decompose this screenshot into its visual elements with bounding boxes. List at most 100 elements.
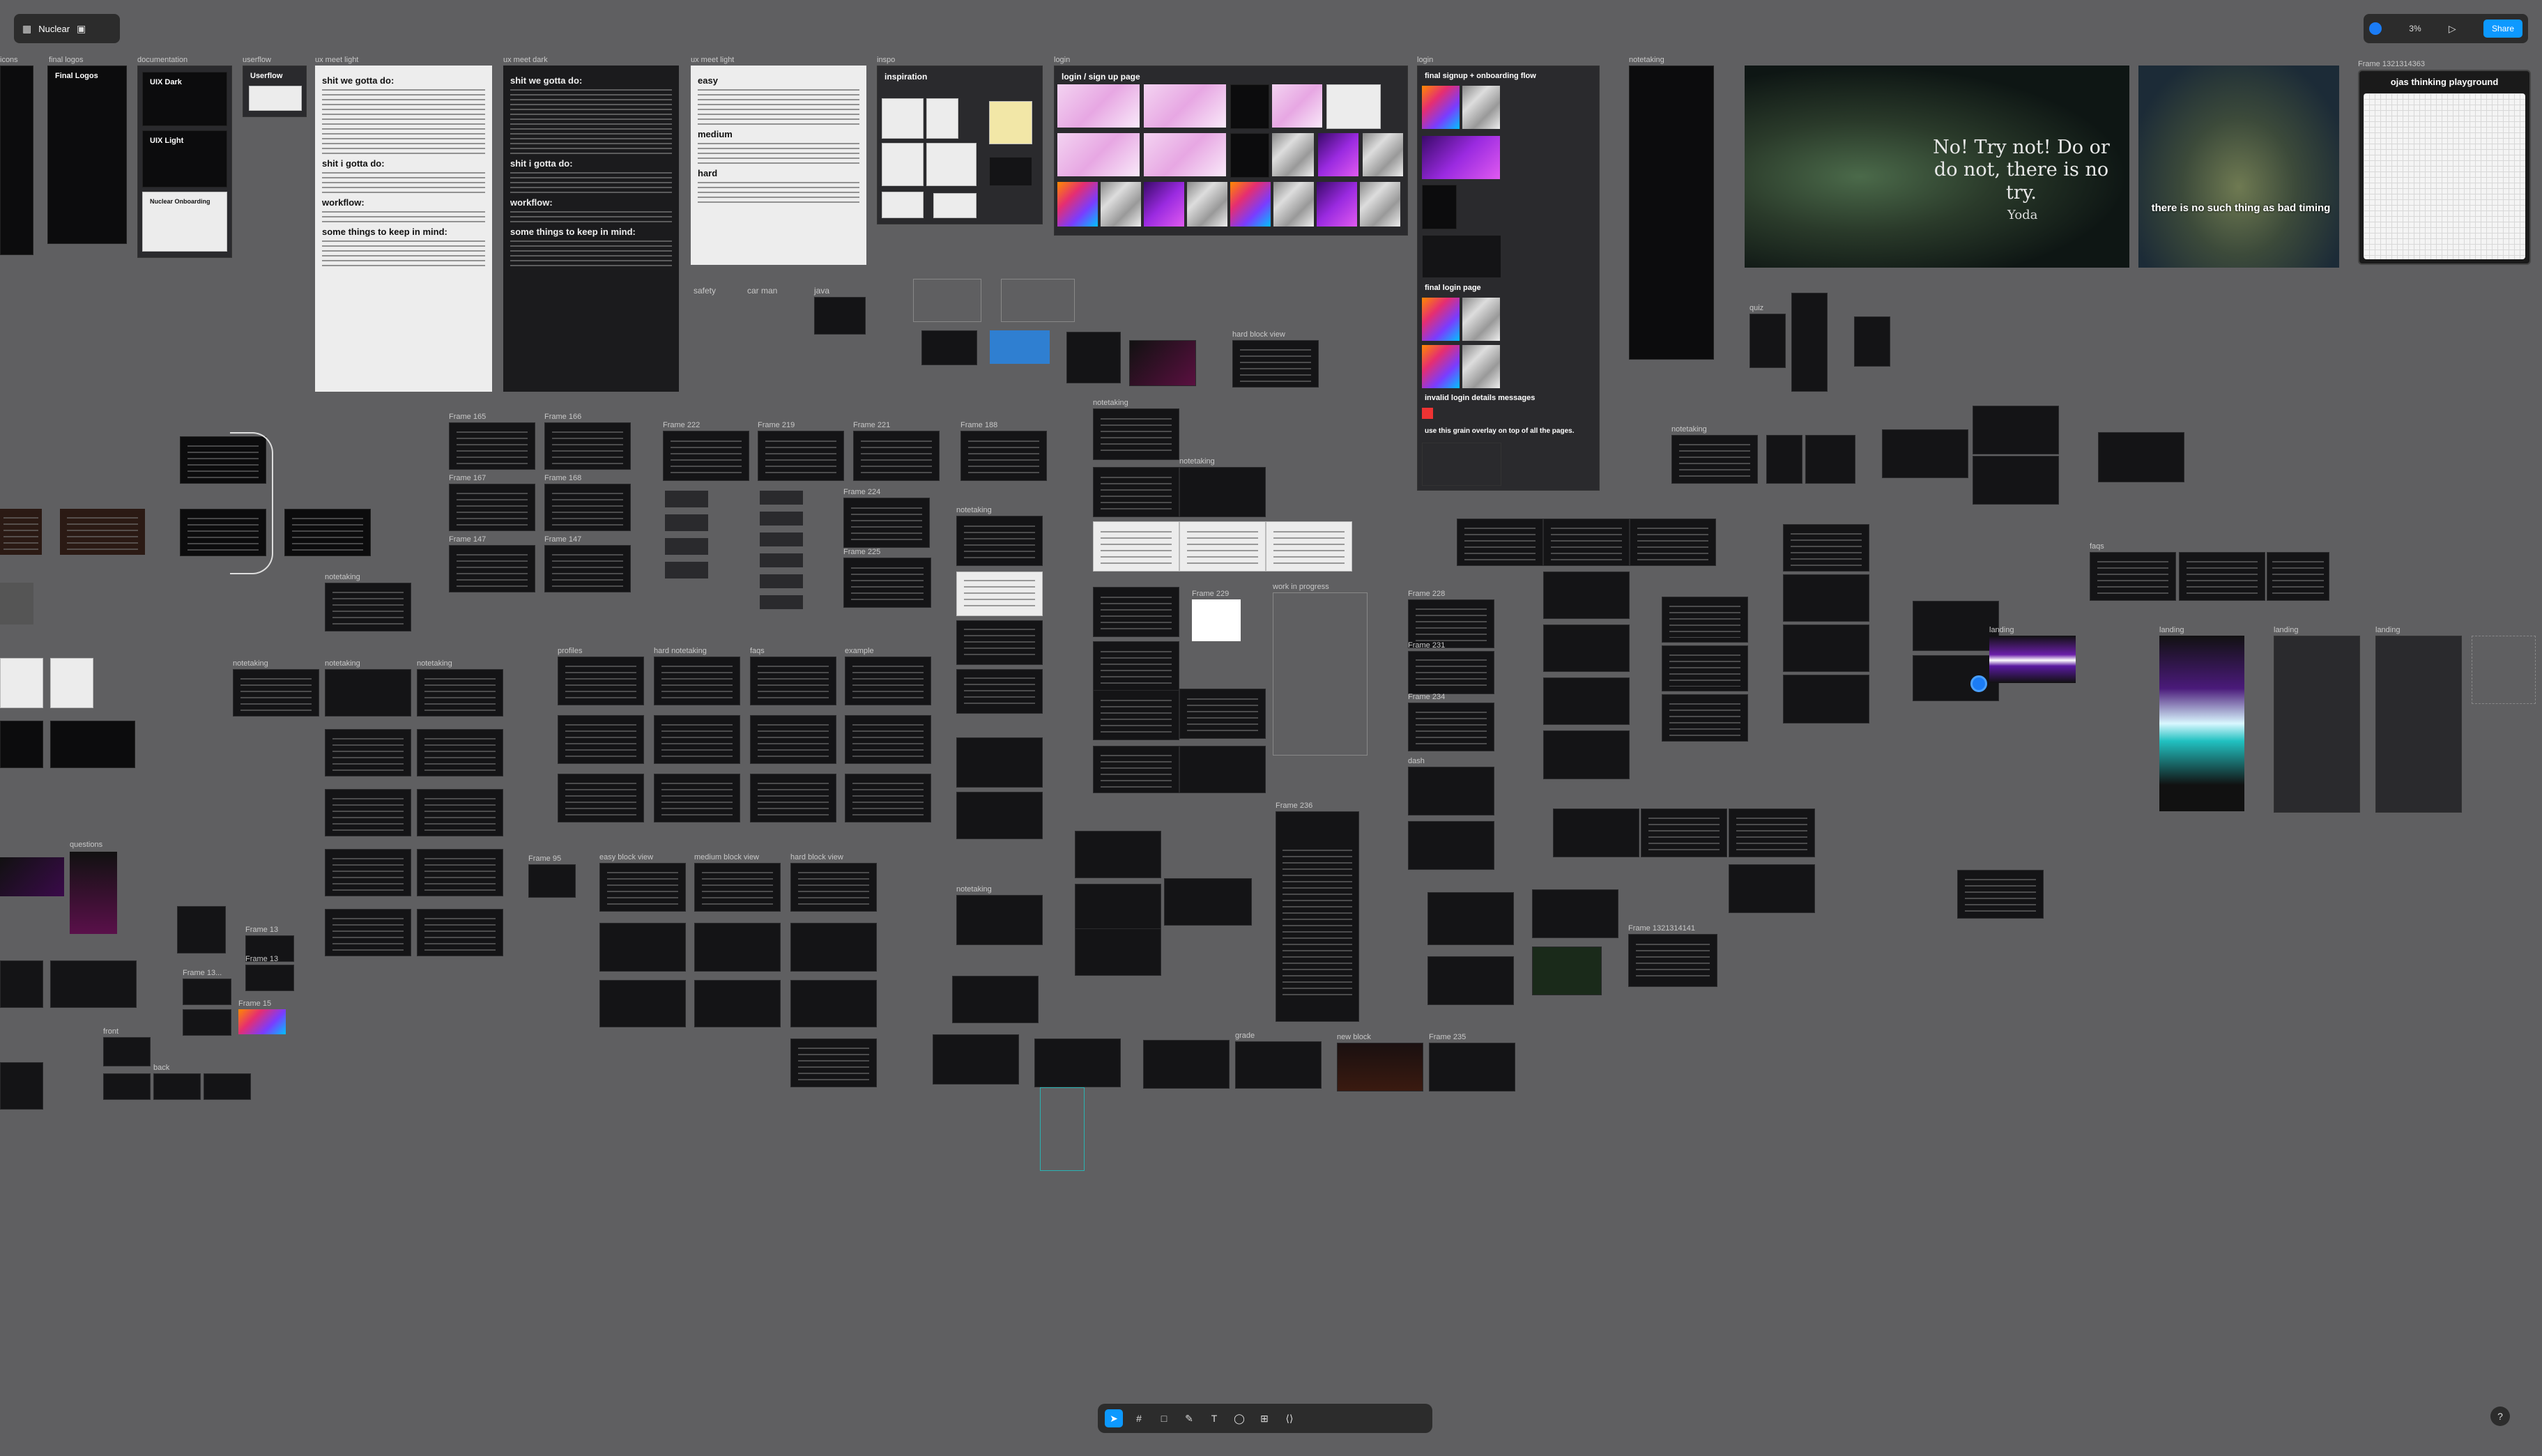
mini-frame-f[interactable] — [0, 960, 43, 1008]
quiz-g[interactable] — [1973, 456, 2059, 505]
frame-221[interactable] — [853, 431, 940, 481]
dash-7[interactable] — [1075, 928, 1161, 976]
notetaking-ae[interactable] — [1179, 689, 1266, 739]
hard-notetaking-1[interactable] — [654, 657, 740, 705]
landing-d[interactable] — [2375, 636, 2462, 813]
quiz-a[interactable] — [1749, 314, 1786, 368]
frame-13b[interactable] — [245, 965, 294, 991]
notetaking-al[interactable] — [1543, 677, 1630, 725]
medium-block-view-3[interactable] — [694, 980, 781, 1027]
grade-frame[interactable] — [1235, 1041, 1322, 1089]
easy-block-view-2[interactable] — [599, 923, 686, 972]
dev-mode-icon[interactable]: ⟨⟩ — [1280, 1409, 1299, 1427]
frame-236[interactable] — [1276, 811, 1359, 1022]
notetaking-ba[interactable] — [1957, 870, 2044, 919]
frame-13d[interactable] — [183, 1009, 231, 1036]
notetaking-p[interactable] — [956, 669, 1043, 714]
mini-frame-b[interactable] — [1066, 332, 1121, 383]
hard-notetaking-4[interactable] — [790, 1039, 877, 1087]
faqs-2[interactable] — [750, 715, 836, 764]
hard-notetaking-3[interactable] — [654, 774, 740, 822]
notetaking-z[interactable] — [1266, 521, 1352, 572]
invalid-login-stack-2[interactable] — [180, 509, 266, 556]
notetaking-e[interactable] — [325, 729, 411, 776]
uix-dark-card[interactable]: UIX Dark — [142, 72, 227, 126]
notetaking-ay[interactable] — [1729, 809, 1815, 857]
text-tool-icon[interactable]: T — [1205, 1409, 1223, 1427]
notetaking-u[interactable] — [1093, 408, 1179, 460]
quiz-b[interactable] — [1791, 293, 1828, 392]
dash-2[interactable] — [1408, 821, 1494, 870]
profiles-2[interactable] — [558, 715, 644, 764]
hard-block-view-3[interactable] — [790, 923, 877, 972]
faqs-right-3[interactable] — [2267, 552, 2329, 601]
notetaking-n[interactable] — [956, 572, 1043, 616]
notetaking-at[interactable] — [1783, 675, 1869, 723]
notetaking-ao[interactable] — [1662, 645, 1748, 691]
dash-4[interactable] — [1427, 956, 1514, 1005]
landing-a[interactable] — [1989, 636, 2076, 683]
easy-block-view-3[interactable] — [599, 980, 686, 1027]
hard-notetaking-2[interactable] — [654, 715, 740, 764]
sidebar-toggle-icon[interactable]: ▣ — [77, 23, 86, 35]
back-frame-1[interactable] — [103, 1073, 151, 1100]
notetaking-bb[interactable] — [1532, 889, 1618, 938]
thinking-playground-frame[interactable]: ojas thinking playground — [2358, 70, 2531, 265]
notetaking-aj[interactable] — [1543, 572, 1630, 619]
landing-c[interactable] — [2274, 636, 2360, 813]
frame-168[interactable] — [544, 484, 631, 531]
calendar-frame-1[interactable] — [0, 721, 43, 768]
uxmeet-dark-doc[interactable]: shit we gotta do: shit i gotta do: workf… — [503, 66, 679, 392]
questions-frame[interactable] — [70, 852, 117, 934]
notetaking-az[interactable] — [1729, 864, 1815, 913]
gradient-frame-a[interactable] — [0, 857, 64, 896]
dash-6[interactable] — [1075, 884, 1161, 931]
notetaking-left-2[interactable] — [284, 509, 371, 556]
top-right-toolbar[interactable]: 3% ▷ Share — [2364, 14, 2528, 43]
notetaking-ax[interactable] — [1641, 809, 1727, 857]
dash-3[interactable] — [1427, 892, 1514, 945]
mini-frame-g[interactable] — [0, 1062, 43, 1110]
quiz-e[interactable] — [1882, 429, 1968, 478]
notetaking-ai[interactable] — [1630, 519, 1716, 566]
final-logos-frame[interactable]: Final Logos — [47, 66, 127, 244]
dash-1[interactable] — [1408, 767, 1494, 815]
frame-222[interactable] — [663, 431, 749, 481]
final-signup-frame[interactable]: final signup + onboarding flow final log… — [1417, 66, 1600, 491]
notetaking-aq[interactable] — [1783, 524, 1869, 572]
faqs-1[interactable] — [750, 657, 836, 705]
login-signup-frame[interactable]: login / sign up page — [1054, 66, 1408, 236]
icons-frame[interactable] — [0, 66, 33, 255]
frame-1321314141[interactable] — [1628, 934, 1717, 987]
notetaking-ag[interactable] — [1457, 519, 1543, 566]
example-3[interactable] — [845, 774, 931, 822]
notetaking-j[interactable] — [417, 849, 503, 896]
faqs-right-1[interactable] — [2090, 552, 2176, 601]
notetaking-ar[interactable] — [1783, 574, 1869, 622]
notetaking-x[interactable] — [1093, 521, 1179, 572]
notetaking-ak[interactable] — [1543, 624, 1630, 672]
frame-224[interactable] — [843, 498, 930, 548]
quiz-h[interactable] — [2098, 432, 2184, 482]
mini-frame-a[interactable] — [921, 330, 977, 365]
notetaking-f[interactable] — [417, 729, 503, 776]
play-icon[interactable]: ▷ — [2449, 23, 2456, 35]
notetaking-m[interactable] — [956, 516, 1043, 566]
wireframe-2[interactable] — [1001, 279, 1075, 322]
notetaking-h[interactable] — [417, 789, 503, 836]
notetaking-sketch-frame[interactable] — [1629, 66, 1714, 360]
uxmeet-levels-doc[interactable]: easy medium hard — [691, 66, 866, 265]
easy-block-view-1[interactable] — [599, 863, 686, 912]
mini-frame-c[interactable] — [1129, 340, 1196, 386]
frame-225[interactable] — [843, 558, 931, 608]
quiz-f[interactable] — [1973, 406, 2059, 454]
dash-5[interactable] — [1075, 831, 1161, 878]
hard-block-view-frame[interactable] — [1232, 340, 1319, 388]
notetaking-y[interactable] — [1179, 521, 1266, 572]
notetaking-ah[interactable] — [1543, 519, 1630, 566]
mini-frame-d[interactable] — [177, 906, 226, 953]
frame-231[interactable] — [1408, 651, 1494, 694]
notetaking-g[interactable] — [325, 789, 411, 836]
example-2[interactable] — [845, 715, 931, 764]
white-frame-left-2[interactable] — [50, 658, 93, 708]
